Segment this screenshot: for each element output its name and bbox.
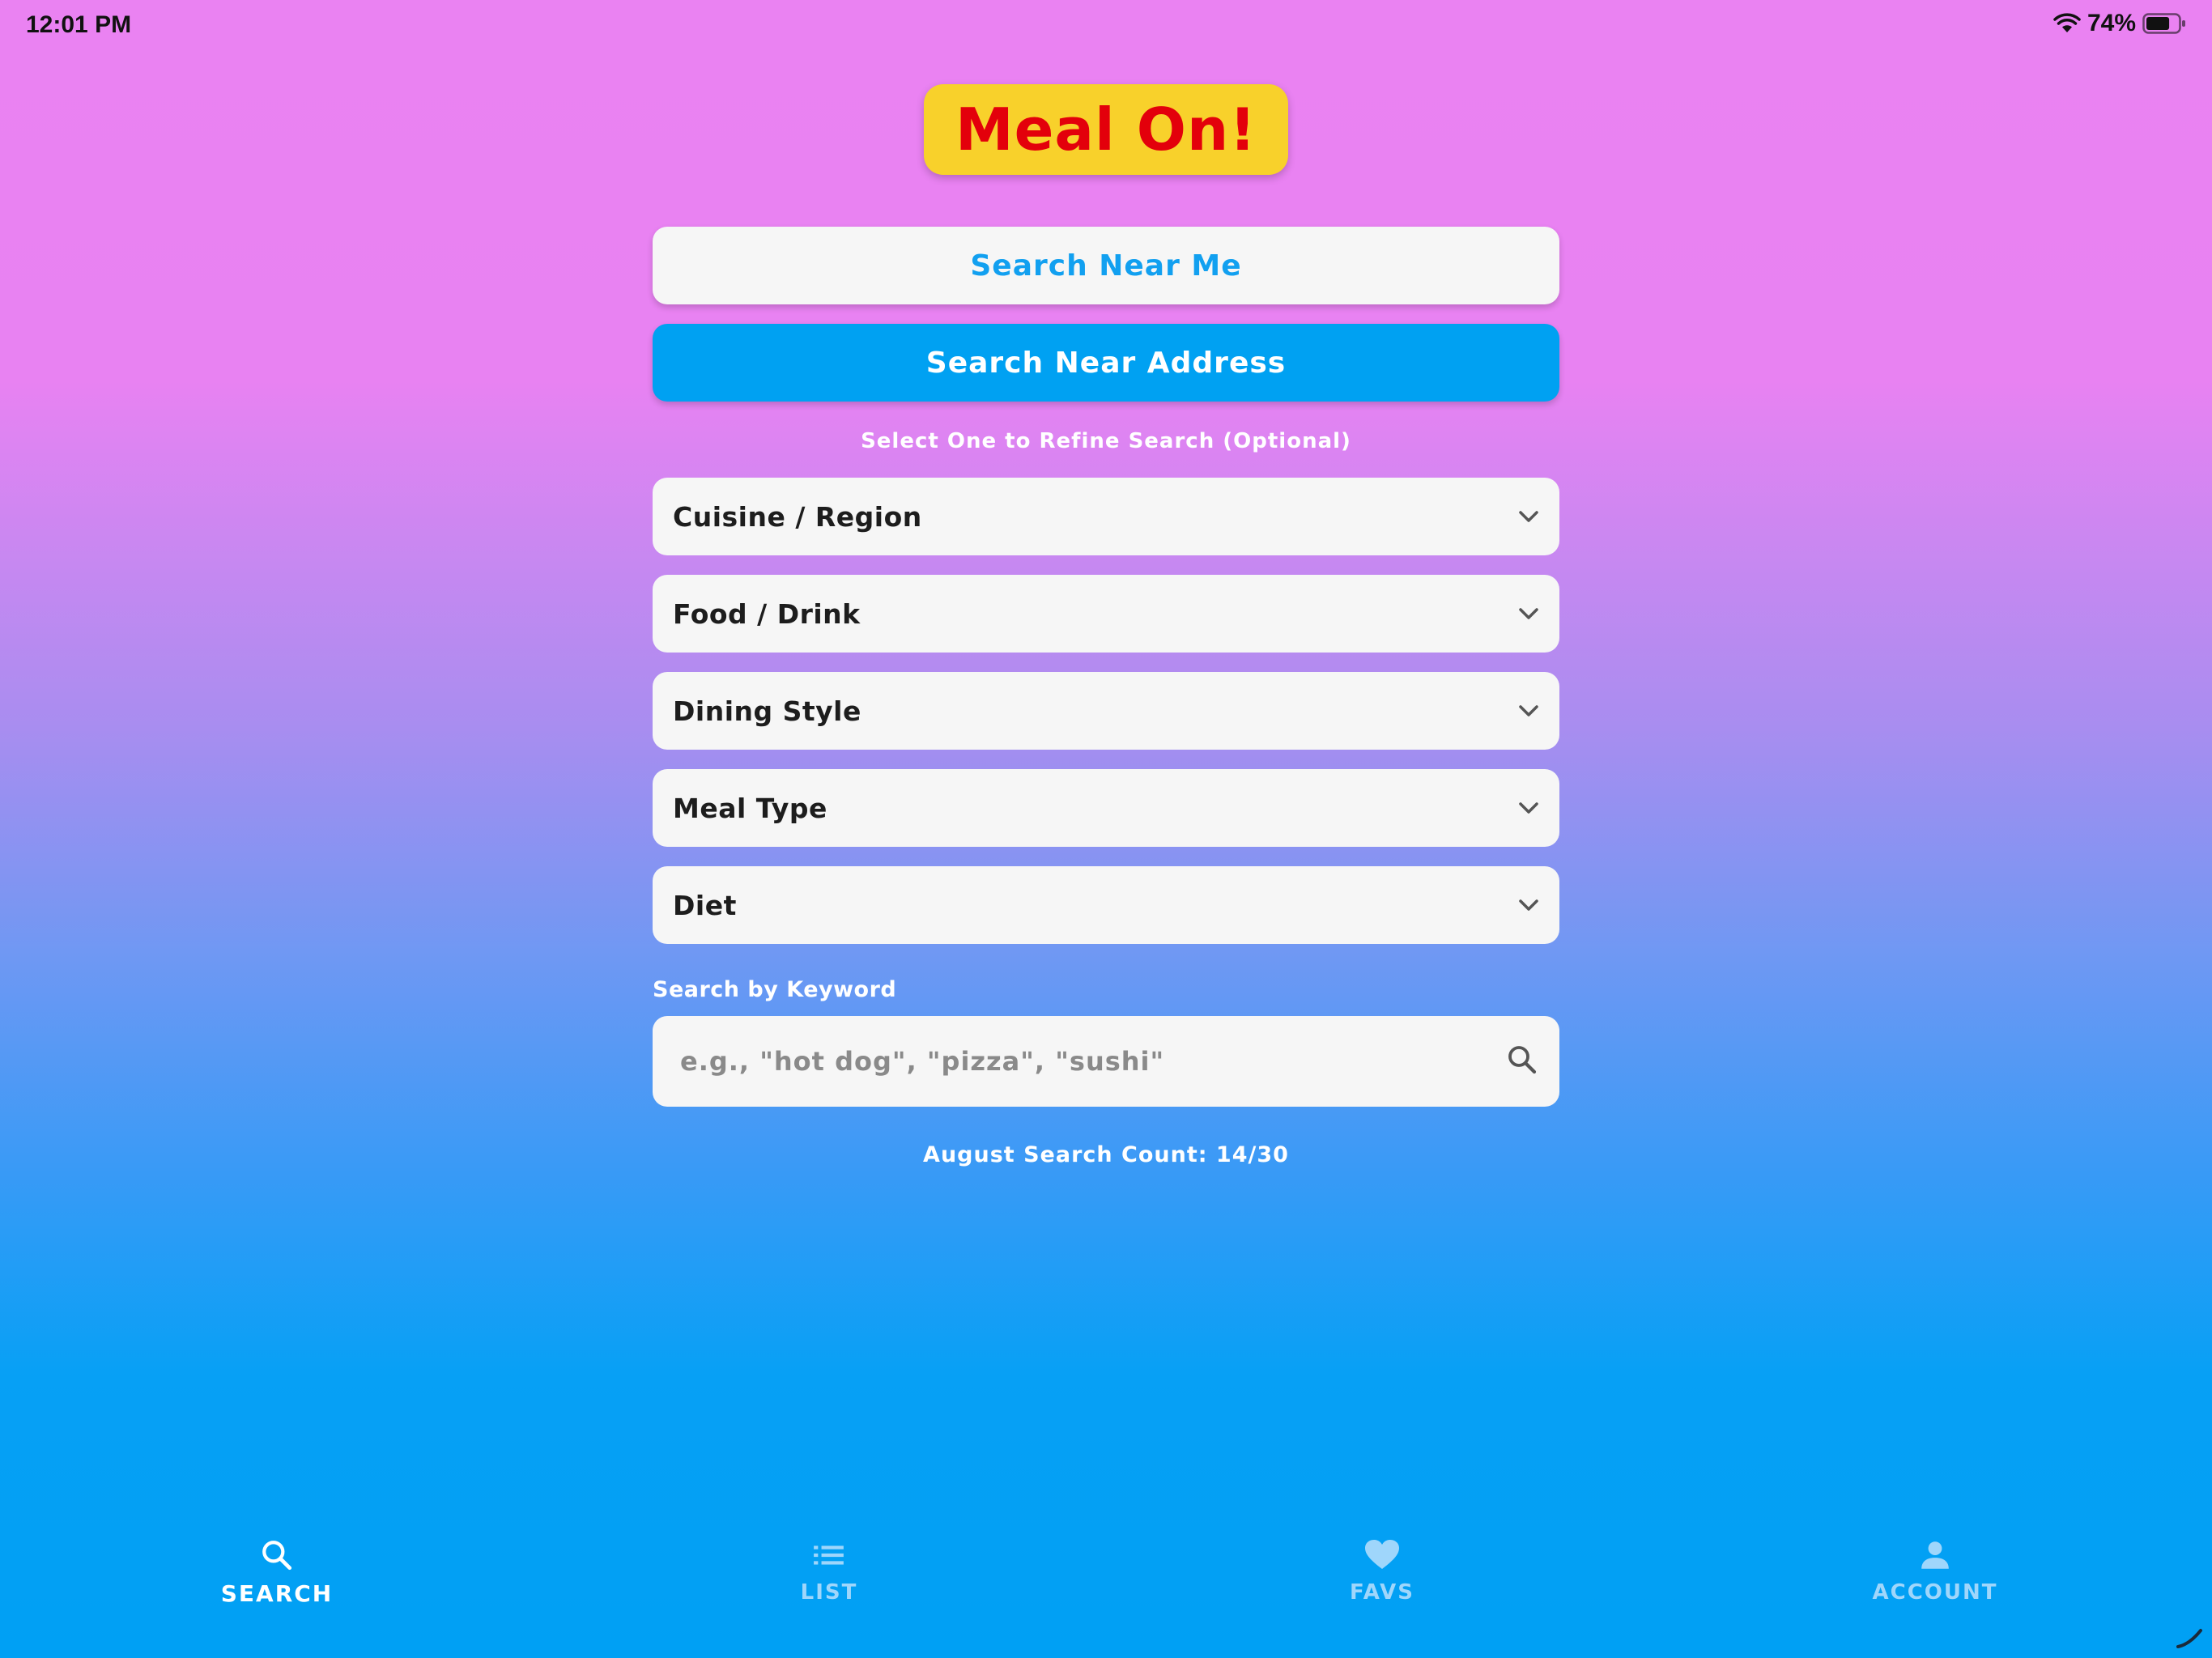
keyword-search-box xyxy=(653,1016,1559,1107)
search-icon xyxy=(260,1538,294,1575)
wifi-icon xyxy=(2053,13,2081,34)
dining-style-dropdown[interactable]: Dining Style xyxy=(653,672,1559,750)
tab-label: SEARCH xyxy=(220,1580,334,1607)
person-icon xyxy=(1918,1538,1952,1575)
battery-percent: 74% xyxy=(2087,10,2136,36)
cuisine-region-dropdown[interactable]: Cuisine / Region xyxy=(653,478,1559,555)
logo-text: Meal On! xyxy=(955,96,1257,164)
chevron-down-icon xyxy=(1517,509,1540,524)
keyword-search-label: Search by Keyword xyxy=(653,977,897,1002)
tab-list[interactable]: LIST xyxy=(708,1538,951,1605)
search-count: August Search Count: 14/30 xyxy=(923,1142,1289,1167)
tab-favs[interactable]: FAVS xyxy=(1261,1538,1504,1605)
tab-label: FAVS xyxy=(1350,1580,1414,1605)
battery-icon xyxy=(2142,13,2186,34)
tab-account[interactable]: ACCOUNT xyxy=(1814,1538,2057,1605)
refine-search-label: Select One to Refine Search (Optional) xyxy=(861,429,1351,453)
search-near-me-button[interactable]: Search Near Me xyxy=(653,227,1559,304)
tab-label: LIST xyxy=(800,1580,858,1605)
chevron-down-icon xyxy=(1517,606,1540,621)
chevron-down-icon xyxy=(1517,801,1540,815)
search-icon[interactable] xyxy=(1506,1044,1538,1079)
tab-label: ACCOUNT xyxy=(1872,1580,1998,1605)
dropdown-label: Meal Type xyxy=(673,792,827,824)
diet-dropdown[interactable]: Diet xyxy=(653,866,1559,944)
home-indicator-corner xyxy=(2175,1626,2207,1653)
chevron-down-icon xyxy=(1517,704,1540,718)
search-near-address-button[interactable]: Search Near Address xyxy=(653,324,1559,402)
dropdown-label: Food / Drink xyxy=(673,597,861,630)
list-icon xyxy=(812,1538,846,1575)
chevron-down-icon xyxy=(1517,898,1540,912)
dropdown-label: Cuisine / Region xyxy=(673,500,922,533)
status-indicators: 74% xyxy=(2053,10,2186,37)
heart-icon xyxy=(1364,1538,1400,1575)
keyword-search-input[interactable] xyxy=(678,1045,1506,1078)
meal-type-dropdown[interactable]: Meal Type xyxy=(653,769,1559,847)
dropdown-label: Diet xyxy=(673,889,737,921)
food-drink-dropdown[interactable]: Food / Drink xyxy=(653,575,1559,653)
tab-search[interactable]: SEARCH xyxy=(155,1538,398,1607)
app-logo: Meal On! xyxy=(924,84,1288,175)
dropdown-label: Dining Style xyxy=(673,695,861,727)
status-time: 12:01 PM xyxy=(26,11,132,38)
